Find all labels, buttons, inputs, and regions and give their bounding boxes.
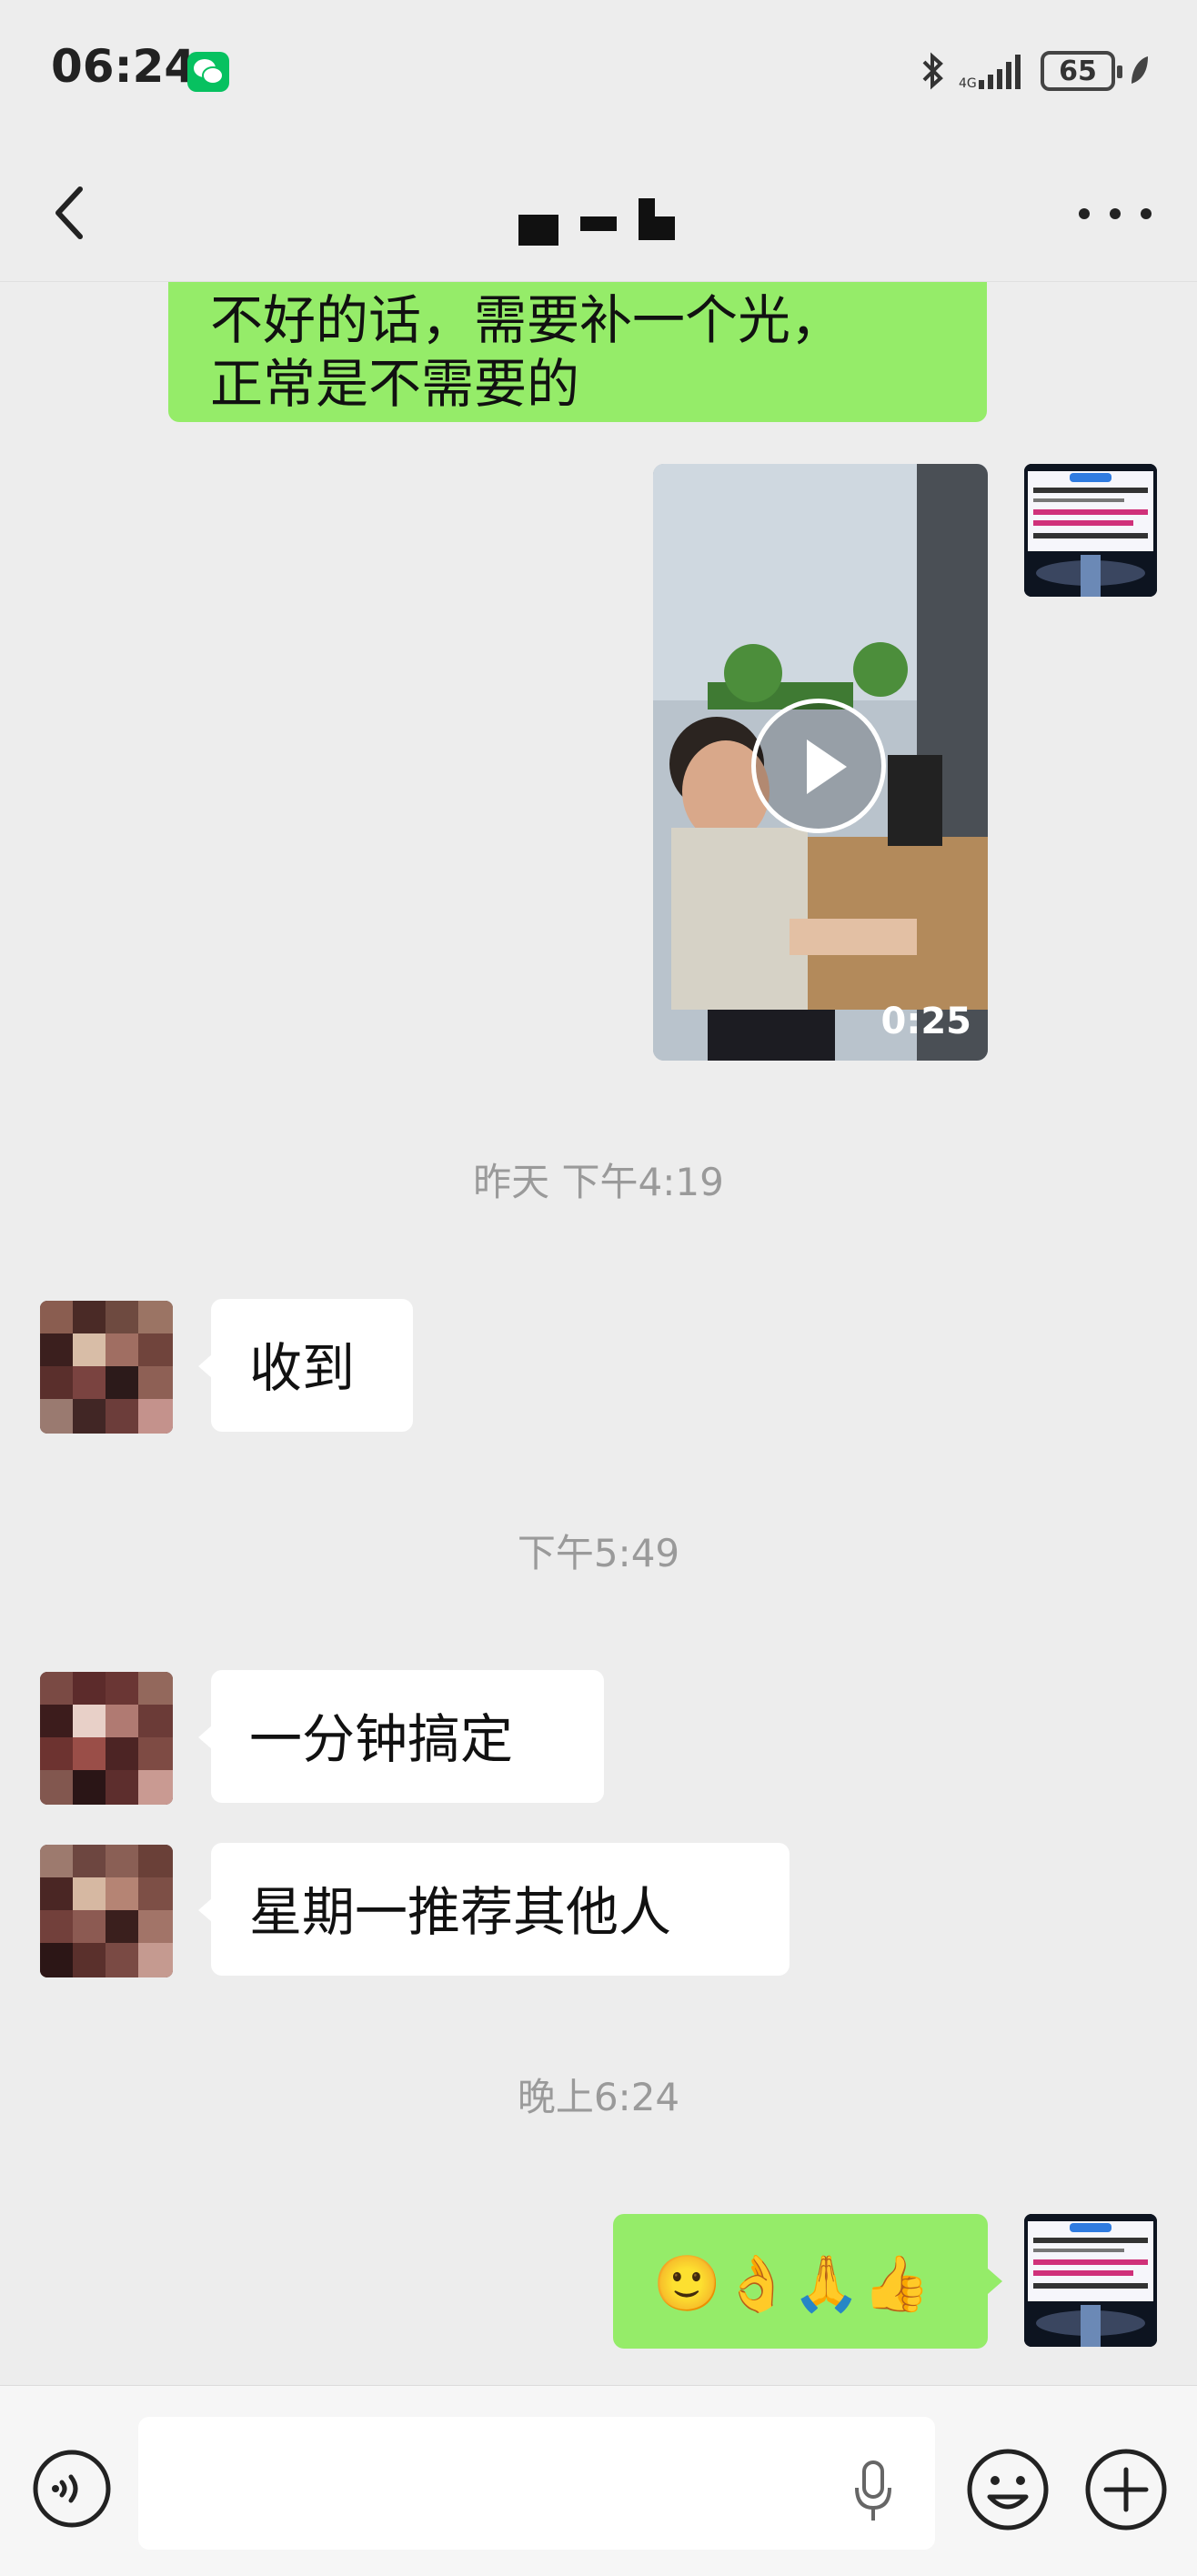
chat-header	[0, 146, 1197, 282]
message-text: 收到	[249, 1337, 356, 1399]
video-duration: 0:25	[880, 1001, 972, 1042]
plus-icon[interactable]	[1082, 2446, 1170, 2533]
chevron-left-icon[interactable]	[44, 176, 98, 249]
svg-text:4G: 4G	[959, 76, 977, 91]
emoji-icon[interactable]	[964, 2446, 1051, 2533]
emoji-message-text: 🙂👌🙏👍	[653, 2252, 932, 2316]
message-input[interactable]	[138, 2417, 935, 2550]
video-message[interactable]: 0:25	[653, 464, 988, 1061]
status-time: 06:24	[51, 40, 196, 93]
chat-title-redacted	[518, 198, 675, 246]
timestamp: 晚上6:24	[517, 2075, 680, 2119]
bluetooth-icon	[922, 52, 943, 90]
battery-indicator: 65	[1041, 51, 1122, 91]
play-icon[interactable]	[751, 699, 886, 833]
message-text: 正常是不需要的	[210, 353, 580, 415]
message-text: 一分钟搞定	[249, 1708, 514, 1770]
more-dots-icon[interactable]	[1079, 182, 1152, 246]
status-icons: 4G 65	[919, 45, 1152, 96]
my-avatar[interactable]	[1024, 2214, 1157, 2347]
signal-icon: 4G	[959, 55, 1021, 91]
my-avatar[interactable]	[1024, 464, 1157, 597]
wechat-notification-icon	[187, 52, 229, 92]
message-text-partial: 不好的话，需要补一个光，	[210, 289, 844, 346]
input-bar	[0, 2385, 1197, 2576]
received-message-bubble[interactable]: 收到	[211, 1299, 413, 1432]
received-message-bubble[interactable]: 一分钟搞定	[211, 1670, 604, 1803]
microphone-icon[interactable]	[846, 2455, 900, 2528]
contact-avatar[interactable]	[40, 1672, 173, 1805]
contact-avatar[interactable]	[40, 1845, 173, 1977]
chat-messages: 不好的话，需要补一个光， 正常是不需要的 0:25 昨天 下午4:19 收到 下…	[0, 282, 1197, 2385]
voice-input-icon[interactable]	[31, 2448, 113, 2530]
sent-message-bubble[interactable]: 🙂👌🙏👍	[613, 2214, 988, 2349]
leaf-icon	[1132, 56, 1148, 84]
sent-message-bubble[interactable]: 不好的话，需要补一个光， 正常是不需要的	[168, 282, 987, 422]
received-message-bubble[interactable]: 星期一推荐其他人	[211, 1843, 790, 1976]
timestamp: 下午5:49	[517, 1531, 680, 1575]
contact-avatar[interactable]	[40, 1301, 173, 1434]
message-text: 星期一推荐其他人	[249, 1881, 672, 1943]
timestamp: 昨天 下午4:19	[473, 1160, 724, 1204]
status-bar: 06:24 4G 65	[0, 0, 1197, 146]
